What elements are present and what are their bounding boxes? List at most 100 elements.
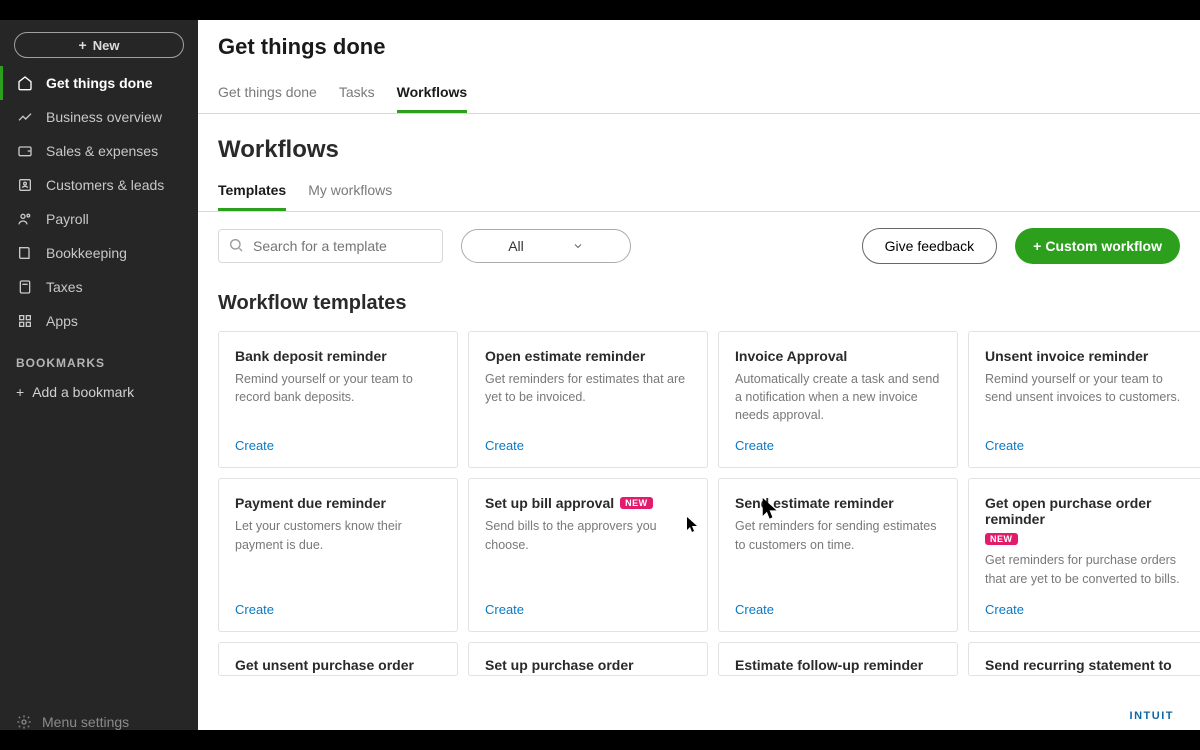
tab-my-workflows[interactable]: My workflows — [308, 172, 392, 211]
card-desc: Get reminders for estimates that are yet… — [485, 370, 691, 424]
tab-workflows[interactable]: Workflows — [397, 74, 468, 113]
secondary-tabs: Templates My workflows — [198, 172, 1200, 212]
menu-settings-button[interactable]: Menu settings — [0, 704, 198, 730]
template-card: Set up purchase order — [468, 642, 708, 676]
card-desc: Let your customers know their payment is… — [235, 517, 441, 587]
brand-mark: INTUIT — [1130, 710, 1174, 722]
card-title: Get unsent purchase order — [235, 657, 414, 673]
create-link[interactable]: Create — [985, 602, 1191, 617]
custom-workflow-button[interactable]: + Custom workflow — [1015, 228, 1180, 264]
sidebar-item-label: Customers & leads — [46, 177, 164, 193]
create-link[interactable]: Create — [235, 438, 441, 453]
create-link[interactable]: Create — [485, 438, 691, 453]
create-link[interactable]: Create — [735, 438, 941, 453]
sidebar: + New Get things done Business overview … — [0, 20, 198, 730]
plus-icon: + — [1033, 238, 1041, 254]
template-card: Get open purchase order reminder NEW Get… — [968, 478, 1200, 631]
add-bookmark-button[interactable]: + Add a bookmark — [0, 376, 198, 408]
tab-templates[interactable]: Templates — [218, 172, 286, 211]
create-link[interactable]: Create — [735, 602, 941, 617]
book-icon — [16, 244, 34, 262]
chart-icon — [16, 108, 34, 126]
card-desc: Get reminders for sending estimates to c… — [735, 517, 941, 587]
card-title: Set up purchase order — [485, 657, 634, 673]
template-card: Invoice Approval Automatically create a … — [718, 331, 958, 468]
card-title: Set up bill approval — [485, 495, 614, 511]
template-card: Get unsent purchase order — [218, 642, 458, 676]
page-title: Get things done — [210, 20, 1200, 74]
chevron-down-icon — [572, 240, 584, 252]
new-button-label: New — [93, 38, 120, 53]
main-content: Get things done Get things done Tasks Wo… — [198, 20, 1200, 730]
template-cards-partial-row: Get unsent purchase order Set up purchas… — [198, 632, 1200, 676]
custom-workflow-label: Custom workflow — [1045, 238, 1162, 254]
card-title: Unsent invoice reminder — [985, 348, 1148, 364]
sidebar-item-bookkeeping[interactable]: Bookkeeping — [0, 236, 198, 270]
card-desc: Remind yourself or your team to record b… — [235, 370, 441, 424]
card-title: Get open purchase order reminder — [985, 495, 1191, 527]
apps-icon — [16, 312, 34, 330]
add-bookmark-label: Add a bookmark — [32, 384, 134, 400]
card-desc: Get reminders for purchase orders that a… — [985, 551, 1191, 587]
search-box — [218, 229, 443, 263]
sidebar-item-label: Sales & expenses — [46, 143, 158, 159]
sidebar-item-customers-leads[interactable]: Customers & leads — [0, 168, 198, 202]
create-link[interactable]: Create — [485, 602, 691, 617]
sidebar-item-apps[interactable]: Apps — [0, 304, 198, 338]
template-card: Estimate follow-up reminder — [718, 642, 958, 676]
card-desc: Send bills to the approvers you choose. — [485, 517, 691, 587]
primary-tabs: Get things done Tasks Workflows — [198, 74, 1200, 114]
card-desc: Remind yourself or your team to send uns… — [985, 370, 1191, 424]
templates-title: Workflow templates — [198, 274, 1200, 331]
menu-settings-label: Menu settings — [42, 714, 129, 730]
people-icon — [16, 210, 34, 228]
calculator-icon — [16, 278, 34, 296]
search-input[interactable] — [218, 229, 443, 263]
search-icon — [228, 237, 244, 253]
sidebar-item-business-overview[interactable]: Business overview — [0, 100, 198, 134]
new-badge: NEW — [985, 533, 1018, 545]
card-title: Estimate follow-up reminder — [735, 657, 923, 673]
card-title: Invoice Approval — [735, 348, 847, 364]
sidebar-item-label: Payroll — [46, 211, 89, 227]
contacts-icon — [16, 176, 34, 194]
template-card: Send estimate reminder Get reminders for… — [718, 478, 958, 631]
sidebar-nav: Get things done Business overview Sales … — [0, 66, 198, 338]
plus-icon: + — [16, 384, 24, 400]
create-link[interactable]: Create — [985, 438, 1191, 453]
new-button[interactable]: + New — [14, 32, 184, 58]
template-card: Bank deposit reminder Remind yourself or… — [218, 331, 458, 468]
template-card: Payment due reminder Let your customers … — [218, 478, 458, 631]
tab-tasks[interactable]: Tasks — [339, 74, 375, 113]
sidebar-item-label: Bookkeeping — [46, 245, 127, 261]
filter-value: All — [508, 238, 524, 254]
sidebar-item-label: Business overview — [46, 109, 162, 125]
card-desc: Automatically create a task and send a n… — [735, 370, 941, 424]
template-card: Set up bill approval NEW Send bills to t… — [468, 478, 708, 631]
template-cards: Bank deposit reminder Remind yourself or… — [198, 331, 1200, 632]
toolbar: All Give feedback + Custom workflow — [198, 212, 1200, 274]
sidebar-item-get-things-done[interactable]: Get things done — [0, 66, 198, 100]
sidebar-item-label: Get things done — [46, 75, 153, 91]
card-title: Payment due reminder — [235, 495, 386, 511]
bookmarks-heading: BOOKMARKS — [0, 338, 198, 376]
template-card: Unsent invoice reminder Remind yourself … — [968, 331, 1200, 468]
sidebar-item-payroll[interactable]: Payroll — [0, 202, 198, 236]
card-title: Send estimate reminder — [735, 495, 894, 511]
home-icon — [16, 74, 34, 92]
filter-dropdown[interactable]: All — [461, 229, 631, 263]
tab-get-things-done[interactable]: Get things done — [218, 74, 317, 113]
sidebar-item-label: Taxes — [46, 279, 83, 295]
card-title: Send recurring statement to — [985, 657, 1172, 673]
sidebar-item-sales-expenses[interactable]: Sales & expenses — [0, 134, 198, 168]
plus-icon: + — [79, 38, 87, 52]
template-card: Open estimate reminder Get reminders for… — [468, 331, 708, 468]
card-title: Open estimate reminder — [485, 348, 645, 364]
give-feedback-button[interactable]: Give feedback — [862, 228, 998, 264]
section-title: Workflows — [198, 114, 1200, 172]
sidebar-item-label: Apps — [46, 313, 78, 329]
new-badge: NEW — [620, 497, 653, 509]
create-link[interactable]: Create — [235, 602, 441, 617]
sidebar-item-taxes[interactable]: Taxes — [0, 270, 198, 304]
gear-icon — [16, 714, 32, 730]
